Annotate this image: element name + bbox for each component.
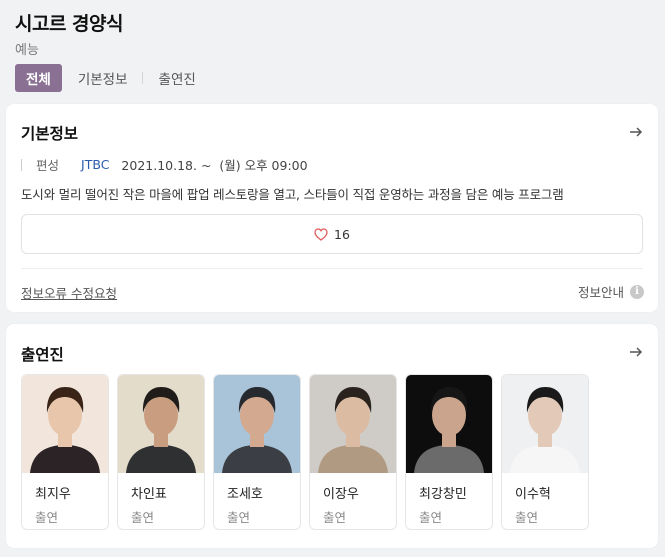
report-error-link[interactable]: 정보오류 수정요청 [21, 283, 117, 302]
tab-cast[interactable]: 출연진 [143, 68, 196, 88]
cast-card: 출연진 최지우 출연 차인표 출연 조세호 출연 이장우 출연 최강창민 출연 [6, 324, 658, 548]
cast-name: 최지우 [35, 487, 71, 502]
schedule-text: 2021.10.18. ~ (월) 오후 09:00 [121, 158, 308, 173]
cast-name: 이수혁 [515, 487, 551, 502]
page-title: 시고르 경양식 [15, 13, 124, 35]
basic-info-card: 기본정보 편성 JTBC 2021.10.18. ~ (월) 오후 09:00 … [6, 104, 658, 312]
genre-label: 예능 [15, 43, 39, 58]
cast-list: 최지우 출연 차인표 출연 조세호 출연 이장우 출연 최강창민 출연 이수혁 … [21, 374, 589, 530]
cast-member[interactable]: 차인표 출연 [117, 374, 205, 530]
tab-basic-info[interactable]: 기본정보 [62, 68, 128, 88]
tab-bar: 전체 기본정보 출연진 [15, 64, 196, 92]
meta-label: 편성 [36, 158, 60, 173]
like-count: 16 [334, 226, 350, 242]
cast-role: 출연 [419, 510, 443, 525]
cast-role: 출연 [35, 510, 59, 525]
arrow-right-icon[interactable] [628, 124, 644, 140]
channel-link[interactable]: JTBC [81, 157, 109, 172]
cast-role: 출연 [131, 510, 155, 525]
cast-member[interactable]: 최지우 출연 [21, 374, 109, 530]
cast-photo [22, 375, 108, 473]
arrow-right-icon[interactable] [628, 344, 644, 360]
like-button[interactable]: 16 [21, 214, 643, 254]
info-icon: i [630, 284, 644, 299]
cast-photo [214, 375, 300, 473]
cast-photo [310, 375, 396, 473]
broadcast-meta: 편성 JTBC 2021.10.18. ~ (월) 오후 09:00 [21, 155, 308, 174]
cast-role: 출연 [227, 510, 251, 525]
cast-member[interactable]: 이장우 출연 [309, 374, 397, 530]
cast-photo [118, 375, 204, 473]
cast-name: 차인표 [131, 487, 167, 502]
cast-member[interactable]: 이수혁 출연 [501, 374, 589, 530]
basic-info-title[interactable]: 기본정보 [21, 122, 78, 144]
info-guide-label: 정보안내 [577, 285, 624, 300]
cast-photo [502, 375, 588, 473]
cast-title[interactable]: 출연진 [21, 343, 64, 365]
page-header: 시고르 경양식 예능 전체 기본정보 출연진 [0, 0, 665, 100]
tab-all[interactable]: 전체 [15, 64, 62, 92]
info-guide-button[interactable]: 정보안내 i [578, 282, 644, 301]
cast-photo [406, 375, 492, 473]
heart-icon [314, 227, 328, 241]
cast-name: 최강창민 [419, 487, 467, 502]
program-description: 도시와 멀리 떨어진 작은 마을에 팝업 레스토랑을 열고, 스타들이 직접 운… [21, 187, 564, 202]
cast-name: 조세호 [227, 487, 263, 502]
cast-member[interactable]: 조세호 출연 [213, 374, 301, 530]
cast-role: 출연 [515, 510, 539, 525]
cast-name: 이장우 [323, 487, 359, 502]
meta-divider [21, 158, 22, 171]
card-divider [21, 268, 643, 269]
cast-role: 출연 [323, 510, 347, 525]
cast-member[interactable]: 최강창민 출연 [405, 374, 493, 530]
